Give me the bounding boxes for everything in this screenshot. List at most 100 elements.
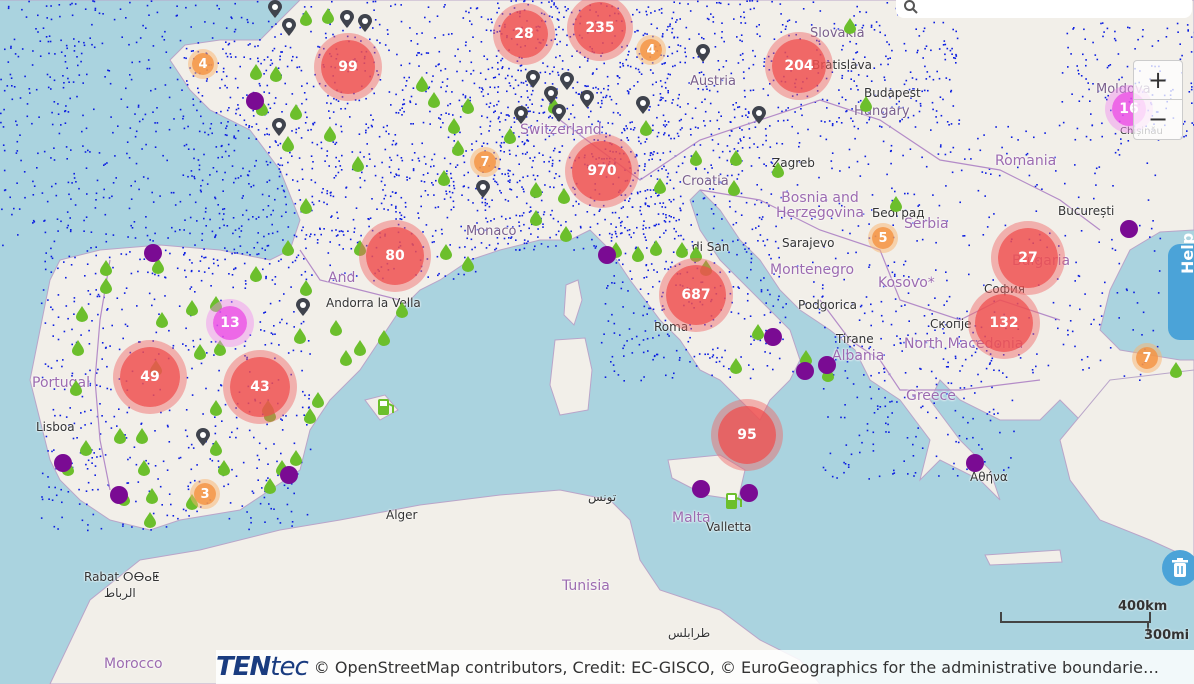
charging-drop-icon[interactable] — [438, 170, 450, 186]
map-pin-icon[interactable] — [514, 106, 528, 124]
charging-drop-icon[interactable] — [312, 392, 324, 408]
charging-drop-icon[interactable] — [194, 344, 206, 360]
cluster-marker[interactable]: 7 — [1136, 347, 1158, 369]
charging-drop-icon[interactable] — [448, 118, 460, 134]
charging-drop-icon[interactable] — [144, 512, 156, 528]
charging-drop-icon[interactable] — [730, 358, 742, 374]
map-pin-icon[interactable] — [552, 104, 566, 122]
charging-drop-icon[interactable] — [324, 126, 336, 142]
map-pin-icon[interactable] — [196, 428, 210, 446]
charging-drop-icon[interactable] — [294, 328, 306, 344]
charging-drop-icon[interactable] — [136, 428, 148, 444]
charging-drop-icon[interactable] — [462, 256, 474, 272]
cluster-marker[interactable]: 132 — [975, 294, 1033, 352]
charging-drop-icon[interactable] — [100, 278, 112, 294]
charging-drop-icon[interactable] — [76, 306, 88, 322]
map-pin-icon[interactable] — [580, 90, 594, 108]
charging-drop-icon[interactable] — [654, 178, 666, 194]
charging-drop-icon[interactable] — [428, 92, 440, 108]
charging-drop-icon[interactable] — [264, 478, 276, 494]
charging-drop-icon[interactable] — [440, 244, 452, 260]
station-dot[interactable] — [1120, 220, 1138, 238]
charging-drop-icon[interactable] — [330, 320, 342, 336]
charging-drop-icon[interactable] — [340, 350, 352, 366]
cluster-marker[interactable]: 27 — [998, 228, 1058, 288]
charging-drop-icon[interactable] — [504, 128, 516, 144]
fuel-station-icon[interactable] — [376, 396, 396, 418]
charging-drop-icon[interactable] — [146, 488, 158, 504]
charging-drop-icon[interactable] — [214, 340, 226, 356]
cluster-marker[interactable]: 95 — [718, 406, 776, 464]
charging-drop-icon[interactable] — [396, 302, 408, 318]
cluster-marker[interactable]: 13 — [213, 306, 247, 340]
cluster-marker[interactable]: 687 — [666, 265, 726, 325]
charging-drop-icon[interactable] — [210, 400, 222, 416]
charging-drop-icon[interactable] — [530, 210, 542, 226]
cluster-marker[interactable]: 204 — [772, 39, 826, 93]
charging-drop-icon[interactable] — [650, 240, 662, 256]
station-dot[interactable] — [598, 246, 616, 264]
charging-drop-icon[interactable] — [72, 340, 84, 356]
map-pin-icon[interactable] — [476, 180, 490, 198]
zoom-in-button[interactable]: + — [1134, 61, 1182, 99]
map-pin-icon[interactable] — [636, 96, 650, 114]
map-pin-icon[interactable] — [272, 118, 286, 136]
cluster-marker[interactable]: 5 — [872, 227, 894, 249]
charging-drop-icon[interactable] — [676, 242, 688, 258]
station-dot[interactable] — [110, 486, 128, 504]
charging-drop-icon[interactable] — [186, 300, 198, 316]
charging-drop-icon[interactable] — [890, 196, 902, 212]
map-pin-icon[interactable] — [296, 298, 310, 316]
zoom-out-button[interactable]: − — [1134, 99, 1182, 138]
charging-drop-icon[interactable] — [772, 162, 784, 178]
station-dot[interactable] — [54, 454, 72, 472]
map-pin-icon[interactable] — [268, 0, 282, 18]
charging-drop-icon[interactable] — [304, 408, 316, 424]
fuel-station-icon[interactable] — [724, 490, 744, 512]
map-pin-icon[interactable] — [560, 72, 574, 90]
charging-drop-icon[interactable] — [462, 98, 474, 114]
cluster-marker[interactable]: 4 — [192, 53, 214, 75]
cluster-marker[interactable]: 4 — [640, 39, 662, 61]
help-tab[interactable]: Help — [1168, 233, 1194, 340]
cluster-marker[interactable]: 43 — [230, 357, 290, 417]
charging-drop-icon[interactable] — [156, 312, 168, 328]
map-pin-icon[interactable] — [282, 18, 296, 36]
cluster-marker[interactable]: 970 — [572, 141, 632, 201]
charging-drop-icon[interactable] — [752, 324, 764, 340]
map-pin-icon[interactable] — [358, 14, 372, 32]
cluster-marker[interactable]: 3 — [194, 483, 216, 505]
cluster-marker[interactable]: 99 — [321, 40, 375, 94]
charging-drop-icon[interactable] — [558, 188, 570, 204]
charging-drop-icon[interactable] — [138, 460, 150, 476]
cluster-marker[interactable]: 235 — [574, 2, 626, 54]
charging-drop-icon[interactable] — [250, 266, 262, 282]
cluster-marker[interactable]: 49 — [120, 347, 180, 407]
map-pin-icon[interactable] — [340, 10, 354, 28]
charging-drop-icon[interactable] — [300, 10, 312, 26]
charging-drop-icon[interactable] — [560, 226, 572, 242]
charging-drop-icon[interactable] — [844, 18, 856, 34]
charging-drop-icon[interactable] — [322, 8, 334, 24]
station-dot[interactable] — [144, 244, 162, 262]
charging-drop-icon[interactable] — [270, 66, 282, 82]
cluster-marker[interactable]: 28 — [500, 10, 548, 58]
trash-button[interactable] — [1162, 550, 1194, 586]
charging-drop-icon[interactable] — [80, 440, 92, 456]
charging-drop-icon[interactable] — [300, 280, 312, 296]
charging-drop-icon[interactable] — [290, 450, 302, 466]
charging-drop-icon[interactable] — [1170, 362, 1182, 378]
charging-drop-icon[interactable] — [300, 198, 312, 214]
charging-drop-icon[interactable] — [290, 104, 302, 120]
charging-drop-icon[interactable] — [632, 246, 644, 262]
charging-drop-icon[interactable] — [354, 240, 366, 256]
station-dot[interactable] — [246, 92, 264, 110]
map-canvas[interactable]: Slovakia Bratislava Austria Budapest Hun… — [0, 0, 1194, 684]
charging-drop-icon[interactable] — [860, 96, 872, 112]
station-dot[interactable] — [818, 356, 836, 374]
map-pin-icon[interactable] — [526, 70, 540, 88]
station-dot[interactable] — [692, 480, 710, 498]
station-dot[interactable] — [966, 454, 984, 472]
charging-drop-icon[interactable] — [250, 64, 262, 80]
cluster-marker[interactable]: 80 — [366, 227, 424, 285]
